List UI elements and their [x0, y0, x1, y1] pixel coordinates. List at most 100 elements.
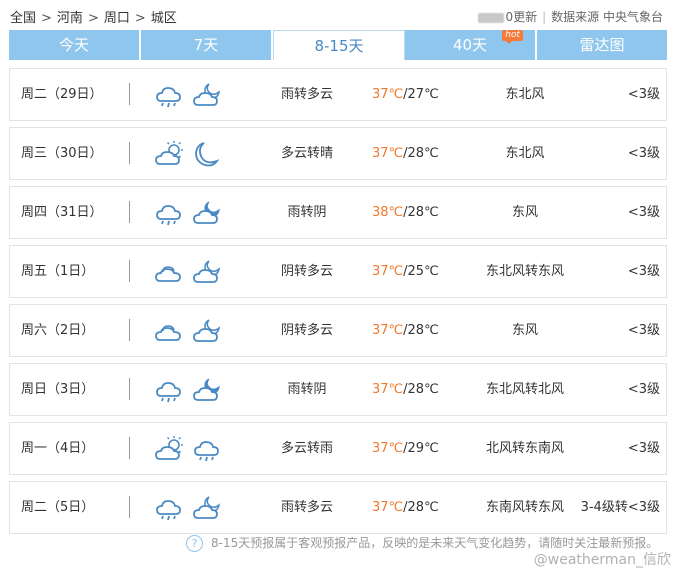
breadcrumb-separator: >	[134, 11, 146, 26]
rain-cloud-icon	[154, 81, 184, 109]
overcast-night-icon	[192, 376, 222, 404]
weather-icons	[154, 494, 222, 522]
wind-level: <3级	[627, 205, 660, 220]
wind-direction: 东南风转东风	[485, 500, 564, 515]
day-date: 周六（2日）	[21, 323, 95, 338]
breadcrumb: 全国 > 河南 > 周口 > 城区	[10, 7, 177, 26]
day-date: 周二（5日）	[21, 500, 95, 515]
breadcrumb-district[interactable]: 城区	[151, 11, 177, 26]
low-temperature: /28℃	[403, 323, 439, 338]
forecast-row: 周六（2日） 阴转多云 37℃/28℃ 东风 <3级	[9, 304, 667, 357]
row-divider	[129, 437, 130, 459]
wind-direction: 北风转东南风	[485, 441, 564, 456]
weather-icons	[154, 81, 222, 109]
partly-cloudy-day-icon	[154, 435, 184, 463]
crescent-moon-icon	[192, 140, 222, 168]
partly-cloudy-night-icon	[192, 317, 222, 345]
tab-today[interactable]: 今天	[9, 30, 141, 60]
data-source-info: 0更新 | 数据来源 中央气象台	[478, 8, 663, 25]
temperature: 37℃/27℃	[372, 69, 442, 120]
forecast-row: 周四（31日） 雨转阴 38℃/28℃ 东风 <3级	[9, 186, 667, 239]
temperature: 37℃/28℃	[372, 128, 442, 179]
forecast-row: 周日（3日） 雨转阴 37℃/28℃ 东北风转北风 <3级	[9, 363, 667, 416]
data-source-label: 数据来源 中央气象台	[551, 10, 663, 24]
wind-direction: 东北风转东风	[485, 264, 564, 279]
tab-8-15-days[interactable]: 8-15天	[273, 30, 405, 60]
day-date: 周日（3日）	[21, 382, 95, 397]
divider: |	[542, 10, 547, 24]
day-date: 周一（4日）	[21, 441, 95, 456]
breadcrumb-separator: >	[87, 11, 99, 26]
forecast-row: 周二（5日） 雨转多云 37℃/28℃ 东南风转东风 3-4级转<3级	[9, 481, 667, 534]
wind-level: <3级	[627, 146, 660, 161]
low-temperature: /25℃	[403, 264, 439, 279]
row-divider	[129, 260, 130, 282]
wind-direction: 东北风转北风	[485, 382, 564, 397]
breadcrumb-province[interactable]: 河南	[57, 11, 83, 26]
forecast-row: 周五（1日） 阴转多云 37℃/25℃ 东北风转东风 <3级	[9, 245, 667, 298]
temperature: 37℃/29℃	[372, 423, 442, 474]
temperature: 37℃/28℃	[372, 482, 442, 533]
rain-cloud-icon	[154, 199, 184, 227]
high-temperature: 37℃	[372, 323, 404, 338]
question-icon[interactable]: ?	[186, 535, 203, 552]
weather-description: 雨转阴	[287, 205, 327, 220]
partly-cloudy-day-icon	[154, 140, 184, 168]
top-bar: 全国 > 河南 > 周口 > 城区 0更新 | 数据来源 中央气象台	[0, 0, 675, 28]
low-temperature: /28℃	[403, 205, 439, 220]
tab-40-days-label: 40天	[452, 36, 488, 54]
wind-level: <3级	[627, 441, 660, 456]
watermark: @weatherman_信欣	[533, 552, 671, 568]
low-temperature: /28℃	[403, 500, 439, 515]
forecast-list: 周二（29日） 雨转多云 37℃/27℃ 东北风 <3级 周三（30日） 多云转晴 37℃/2…	[9, 68, 667, 540]
row-divider	[129, 378, 130, 400]
weather-description: 多云转雨	[280, 441, 333, 456]
row-divider	[129, 319, 130, 341]
low-temperature: /28℃	[403, 146, 439, 161]
tab-7-days[interactable]: 7天	[141, 30, 273, 60]
row-divider	[129, 83, 130, 105]
hot-badge: hot	[502, 30, 523, 44]
partly-cloudy-night-icon	[192, 258, 222, 286]
forecast-tabs: 今天 7天 8-15天 40天 hot 雷达图	[9, 30, 667, 60]
low-temperature: /28℃	[403, 382, 439, 397]
high-temperature: 37℃	[372, 87, 404, 102]
weather-description: 多云转晴	[280, 146, 333, 161]
day-date: 周三（30日）	[21, 146, 103, 161]
wind-direction: 东北风	[505, 87, 545, 102]
update-time-label: 0更新	[505, 10, 538, 24]
tab-40-days[interactable]: 40天 hot	[405, 30, 537, 60]
weather-description: 阴转多云	[280, 264, 333, 279]
low-temperature: /29℃	[403, 441, 439, 456]
day-date: 周五（1日）	[21, 264, 95, 279]
weather-description: 雨转阴	[287, 382, 327, 397]
high-temperature: 37℃	[372, 500, 404, 515]
temperature: 37℃/28℃	[372, 305, 442, 356]
tab-radar[interactable]: 雷达图	[537, 30, 667, 60]
wind-level: <3级	[627, 323, 660, 338]
rain-cloud-icon	[192, 435, 222, 463]
breadcrumb-city[interactable]: 周口	[104, 11, 130, 26]
breadcrumb-country[interactable]: 全国	[10, 11, 36, 26]
overcast-icon	[154, 258, 184, 286]
wind-direction: 东风	[511, 323, 538, 338]
wind-level: <3级	[627, 87, 660, 102]
partly-cloudy-night-icon	[192, 81, 222, 109]
weather-icons	[154, 199, 222, 227]
footnote-text: 8-15天预报属于客观预报产品，反映的是未来天气变化趋势，请随时关注最新预报。	[211, 536, 659, 550]
temperature: 37℃/25℃	[372, 246, 442, 297]
forecast-row: 周三（30日） 多云转晴 37℃/28℃ 东北风 <3级	[9, 127, 667, 180]
temperature: 38℃/28℃	[372, 187, 442, 238]
forecast-row: 周二（29日） 雨转多云 37℃/27℃ 东北风 <3级	[9, 68, 667, 121]
weather-icons	[154, 435, 222, 463]
wind-direction: 东风	[511, 205, 538, 220]
day-date: 周四（31日）	[21, 205, 103, 220]
wind-level: <3级	[627, 264, 660, 279]
high-temperature: 37℃	[372, 264, 404, 279]
weather-icons	[154, 140, 222, 168]
wind-direction: 东北风	[505, 146, 545, 161]
rain-cloud-icon	[154, 494, 184, 522]
high-temperature: 38℃	[372, 205, 404, 220]
partly-cloudy-night-icon	[192, 494, 222, 522]
overcast-night-icon	[192, 199, 222, 227]
